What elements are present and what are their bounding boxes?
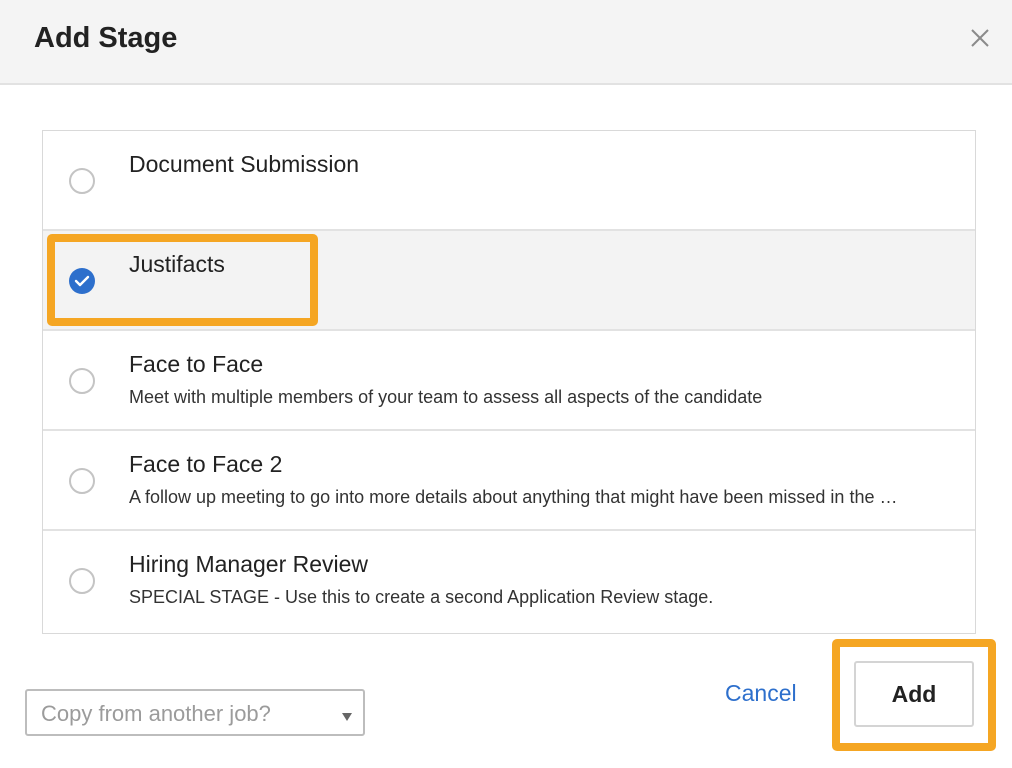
stage-title: Hiring Manager Review — [129, 551, 369, 577]
stage-title: Justifacts — [129, 251, 225, 277]
cancel-link[interactable]: Cancel — [725, 680, 797, 707]
stage-option-face-to-face-2[interactable]: Face to Face 2 A follow up meeting to go… — [43, 431, 975, 531]
stage-description: SPECIAL STAGE - Use this to create a sec… — [129, 587, 714, 607]
stage-title: Document Submission — [129, 151, 360, 177]
stage-option-hiring-manager-review[interactable]: Hiring Manager Review SPECIAL STAGE - Us… — [43, 531, 975, 631]
radio-button[interactable] — [69, 568, 95, 594]
modal-title: Add Stage — [34, 22, 178, 54]
stage-title: Face to Face 2 — [129, 451, 283, 477]
radio-button[interactable] — [69, 368, 95, 394]
stage-option-justifacts[interactable]: Justifacts — [43, 231, 975, 331]
stage-list: Document Submission Justifacts Face to F… — [42, 130, 976, 634]
stage-option-face-to-face[interactable]: Face to Face Meet with multiple members … — [43, 331, 975, 431]
stage-description: Meet with multiple members of your team … — [129, 387, 763, 407]
copy-from-job-placeholder: Copy from another job? — [41, 701, 271, 726]
stage-title: Face to Face — [129, 351, 264, 377]
radio-button[interactable] — [69, 468, 95, 494]
caret-down-icon — [341, 709, 353, 727]
copy-from-job-select[interactable]: Copy from another job? — [25, 689, 365, 736]
stage-option-document-submission[interactable]: Document Submission — [43, 131, 975, 231]
close-icon[interactable] — [966, 24, 994, 52]
stage-description: A follow up meeting to go into more deta… — [129, 487, 899, 507]
modal-header: Add Stage — [0, 0, 1012, 85]
radio-button[interactable] — [69, 168, 95, 194]
radio-checked-icon[interactable] — [69, 268, 95, 294]
add-stage-modal: Add Stage Document Submission Justifacts — [0, 0, 1012, 768]
add-button[interactable]: Add — [854, 661, 974, 727]
